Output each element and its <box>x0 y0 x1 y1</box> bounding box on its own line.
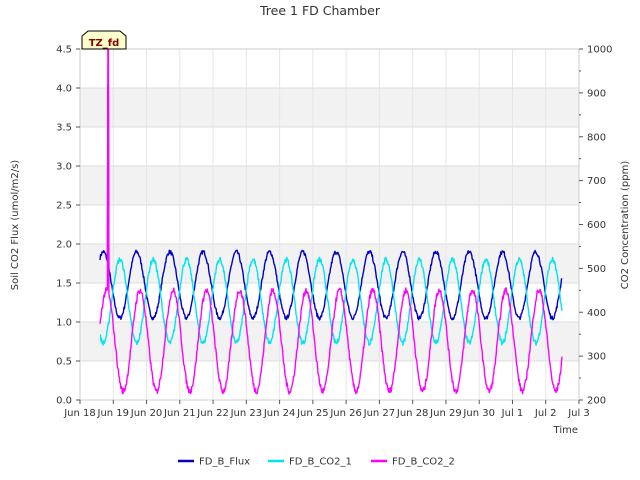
x-tick-label: Jun 23 <box>230 408 263 419</box>
y-tick-label-right: 700 <box>587 176 606 187</box>
y-tick-label-left: 0.5 <box>56 357 72 368</box>
x-tick-label: Jun 18 <box>63 408 96 419</box>
y-tick-label-right: 1000 <box>587 45 612 56</box>
x-axis-label: Time <box>553 425 578 436</box>
y-tick-label-left: 4.0 <box>56 84 72 95</box>
x-tick-label: Jun 24 <box>263 408 296 419</box>
background-bands <box>80 88 579 361</box>
legend-label-FD_B_CO2_2: FD_B_CO2_2 <box>392 457 455 468</box>
background-band <box>80 88 579 127</box>
x-tick-label: Jul 2 <box>534 408 557 419</box>
y-tick-label-right: 200 <box>587 396 606 407</box>
legend: FD_B_Flux FD_B_CO2_1 FD_B_CO2_2 <box>178 457 455 468</box>
background-band <box>80 166 579 205</box>
chart-title: Tree 1 FD Chamber <box>259 3 381 18</box>
y-axis-label-right: CO2 Concentration (ppm) <box>620 161 631 290</box>
x-tick-label: Jun 29 <box>429 408 462 419</box>
x-tick-label: Jun 22 <box>196 408 229 419</box>
x-tick-label: Jun 28 <box>396 408 429 419</box>
y-tick-label-right: 800 <box>587 132 606 143</box>
y-tick-label-right: 400 <box>587 308 606 319</box>
x-tick-label: Jun 27 <box>363 408 396 419</box>
legend-label-FD_B_Flux: FD_B_Flux <box>199 457 250 468</box>
x-tick-label: Jul 1 <box>501 408 524 419</box>
x-tick-label: Jun 19 <box>97 408 130 419</box>
y-tick-label-right: 600 <box>587 220 606 231</box>
y-tick-label-left: 4.5 <box>56 45 72 56</box>
chart: Tree 1 FD Chamber 0.0 0.5 1.0 1.5 2.0 2.5 3.0 3… <box>10 3 631 468</box>
x-tick-label: Jun 26 <box>329 408 362 419</box>
x-tick-label: Jul 3 <box>567 408 590 419</box>
y-tick-label-left: 2.5 <box>56 201 72 212</box>
y-tick-label-right: 300 <box>587 352 606 363</box>
y-tick-label-left: 0.0 <box>56 396 72 407</box>
y-tick-label-left: 1.5 <box>56 279 72 290</box>
y-tick-label-left: 1.0 <box>56 318 72 329</box>
annotation-label: TZ_fd <box>89 38 120 49</box>
x-tick-label: Jun 30 <box>462 408 495 419</box>
legend-label-FD_B_CO2_1: FD_B_CO2_1 <box>289 457 352 468</box>
y-tick-label-right: 500 <box>587 264 606 275</box>
y-tick-label-right: 900 <box>587 88 606 99</box>
y-tick-label-left: 3.5 <box>56 123 72 134</box>
y-tick-label-left: 3.0 <box>56 162 72 173</box>
y-axis-label-left: Soil CO2 Flux (umol/m2/s) <box>10 160 21 290</box>
y-tick-label-left: 2.0 <box>56 240 72 251</box>
x-tick-label: Jun 25 <box>296 408 329 419</box>
x-tick-label: Jun 20 <box>130 408 163 419</box>
x-tick-label: Jun 21 <box>163 408 196 419</box>
annotation: TZ_fd <box>81 30 127 50</box>
